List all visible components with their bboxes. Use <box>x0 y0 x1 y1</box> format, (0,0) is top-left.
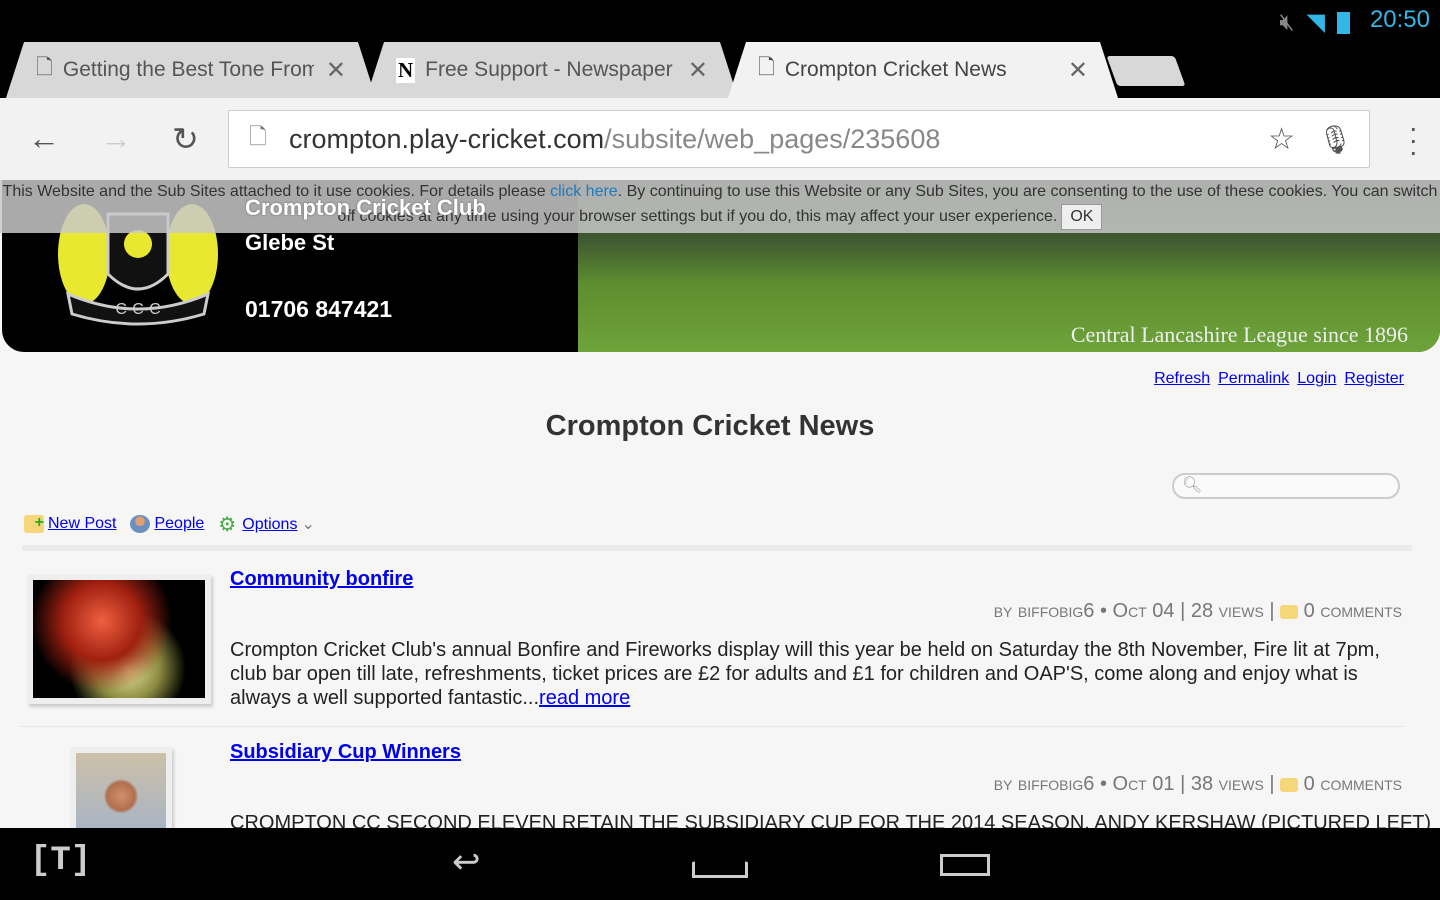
login-link[interactable]: Login <box>1297 370 1336 388</box>
page-icon: 🗋 <box>36 55 53 79</box>
post-title-link[interactable]: Subsidiary Cup Winners <box>230 741 461 764</box>
web-page: C·C·C Glebe St 01706 847421 Central Lanca… <box>0 180 1440 828</box>
close-icon[interactable]: ✕ <box>688 56 708 85</box>
gear-icon: ⚙ <box>218 513 237 536</box>
page-links: Refresh Permalink Login Register <box>1154 370 1404 388</box>
read-more-link[interactable]: read more <box>539 687 630 709</box>
new-tab-button[interactable] <box>1106 56 1186 86</box>
divider <box>20 726 1404 727</box>
tab-strip: 🗋 Getting the Best Tone From Y ✕ N Free Sup… <box>0 42 1440 98</box>
page-icon: 🗋 <box>249 124 267 149</box>
battery-icon <box>1337 11 1350 34</box>
newspaper-n-icon: N <box>398 57 414 82</box>
post-title-link[interactable]: Community bonfire <box>230 568 413 591</box>
search-input[interactable]: 🔍︎ <box>1172 473 1400 499</box>
options-link[interactable]: Options <box>242 516 297 533</box>
people-icon <box>130 514 151 533</box>
microphone-icon[interactable]: 🎙︎ <box>1317 123 1353 156</box>
chevron-down-icon[interactable]: ⌄ <box>301 516 314 533</box>
refresh-link[interactable]: Refresh <box>1154 370 1210 388</box>
comment-icon <box>1280 777 1299 792</box>
permalink-link[interactable]: Permalink <box>1218 370 1289 388</box>
club-name: Crompton Cricket Club <box>245 195 486 220</box>
people-link[interactable]: People <box>154 515 204 532</box>
page-icon: 🗋 <box>758 55 775 79</box>
tab-getting-best-tone[interactable]: 🗋 Getting the Best Tone From Y ✕ <box>6 42 376 98</box>
menu-icon[interactable]: · · · <box>1409 114 1418 166</box>
mute-icon: 🔇︎ <box>1279 8 1295 36</box>
back-icon[interactable]: ← <box>28 120 60 157</box>
close-icon[interactable]: ✕ <box>1068 56 1088 85</box>
bookmark-star-icon[interactable]: ☆ <box>1268 122 1295 157</box>
reload-icon[interactable]: ↻ <box>172 120 199 158</box>
svg-text:C·C·C: C·C·C <box>115 301 160 318</box>
back-nav-icon[interactable]: ↩ <box>452 842 481 882</box>
cookie-details-link[interactable]: click here <box>550 183 618 200</box>
tab-crompton-cricket-news[interactable]: 🗋 Crompton Cricket News ✕ <box>728 42 1118 98</box>
app-logo: [T] <box>30 842 92 880</box>
post-excerpt: Crompton Cricket Club's annual Bonfire a… <box>230 639 1380 709</box>
club-phone: 01706 847421 <box>245 296 393 322</box>
tab-free-support[interactable]: N Free Support - Newspaper - ✕ <box>366 42 738 98</box>
comment-icon <box>1280 604 1299 619</box>
recent-apps-icon[interactable] <box>940 854 990 876</box>
register-link[interactable]: Register <box>1344 370 1404 388</box>
post-meta: by biffobig6 • Oct 01 | 38 views | 0 com… <box>993 773 1402 795</box>
browser-toolbar: ← → ↻ 🗋 crompton.play-cricket.com/subsit… <box>0 98 1440 180</box>
clock: 20:50 <box>1369 6 1430 33</box>
close-icon[interactable]: ✕ <box>326 56 346 85</box>
divider <box>22 545 1412 551</box>
cookie-notice: This Website and the Sub Sites attached … <box>0 180 1440 233</box>
address-bar[interactable]: 🗋 crompton.play-cricket.com/subsite/web_… <box>228 110 1370 168</box>
post-meta: by biffobig6 • Oct 04 | 28 views | 0 com… <box>993 600 1402 622</box>
forward-icon[interactable]: → <box>100 120 132 157</box>
new-post-link[interactable]: New Post <box>48 515 116 532</box>
post-excerpt: CROMPTON CC SECOND ELEVEN RETAIN THE SUB… <box>230 812 1431 828</box>
new-post-icon: + <box>24 514 44 533</box>
cookie-ok-button[interactable]: OK <box>1061 204 1103 230</box>
post-thumbnail[interactable] <box>27 574 211 704</box>
post-thumbnail[interactable] <box>70 747 172 828</box>
android-nav-bar: [T] ↩ <box>0 828 1440 900</box>
club-street: Glebe St <box>245 230 335 255</box>
banner-tagline: Central Lancashire League since 1896 <box>1070 322 1408 347</box>
page-title: Crompton Cricket News <box>545 410 875 442</box>
search-icon: 🔍︎ <box>1182 477 1203 494</box>
status-bar: 🔇︎ ◥ 20:50 <box>0 0 1440 42</box>
wifi-icon: ◥ <box>1306 9 1325 36</box>
home-icon[interactable] <box>692 852 748 878</box>
blog-toolbar: + New Post People ⚙ Options ⌄ <box>24 513 315 536</box>
